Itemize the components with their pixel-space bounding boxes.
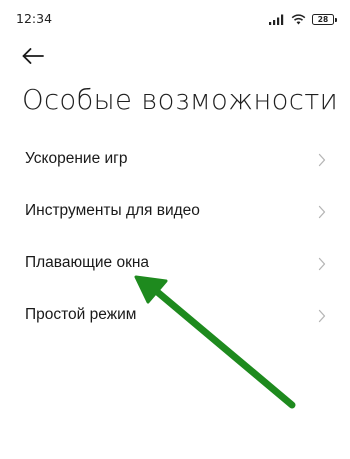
status-time: 12:34: [16, 11, 53, 26]
settings-item-label: Плавающие окна: [25, 254, 150, 271]
status-bar: 12:34 28: [0, 0, 350, 36]
settings-item-label: Инструменты для видео: [25, 202, 200, 219]
settings-item-label: Простой режим: [25, 306, 137, 323]
status-icons: 28: [269, 10, 337, 29]
settings-list: Ускорение игр Инструменты для видео Плав…: [0, 133, 350, 341]
battery-level: 28: [317, 15, 329, 24]
settings-item-label: Ускорение игр: [25, 150, 128, 167]
settings-item-game-turbo[interactable]: Ускорение игр: [0, 133, 350, 185]
chevron-right-icon: [318, 204, 326, 219]
chevron-right-icon: [318, 308, 326, 323]
settings-item-floating-windows[interactable]: Плавающие окна: [0, 237, 350, 289]
signal-icon: [269, 10, 285, 29]
settings-item-simple-mode[interactable]: Простой режим: [0, 289, 350, 341]
battery-icon: 28: [312, 14, 337, 25]
page-title: Особые возможности: [22, 84, 338, 116]
back-arrow-icon: [22, 48, 44, 68]
back-button[interactable]: [22, 44, 54, 72]
chevron-right-icon: [318, 256, 326, 271]
settings-item-video-toolbox[interactable]: Инструменты для видео: [0, 185, 350, 237]
wifi-icon: [291, 10, 306, 29]
chevron-right-icon: [318, 152, 326, 167]
